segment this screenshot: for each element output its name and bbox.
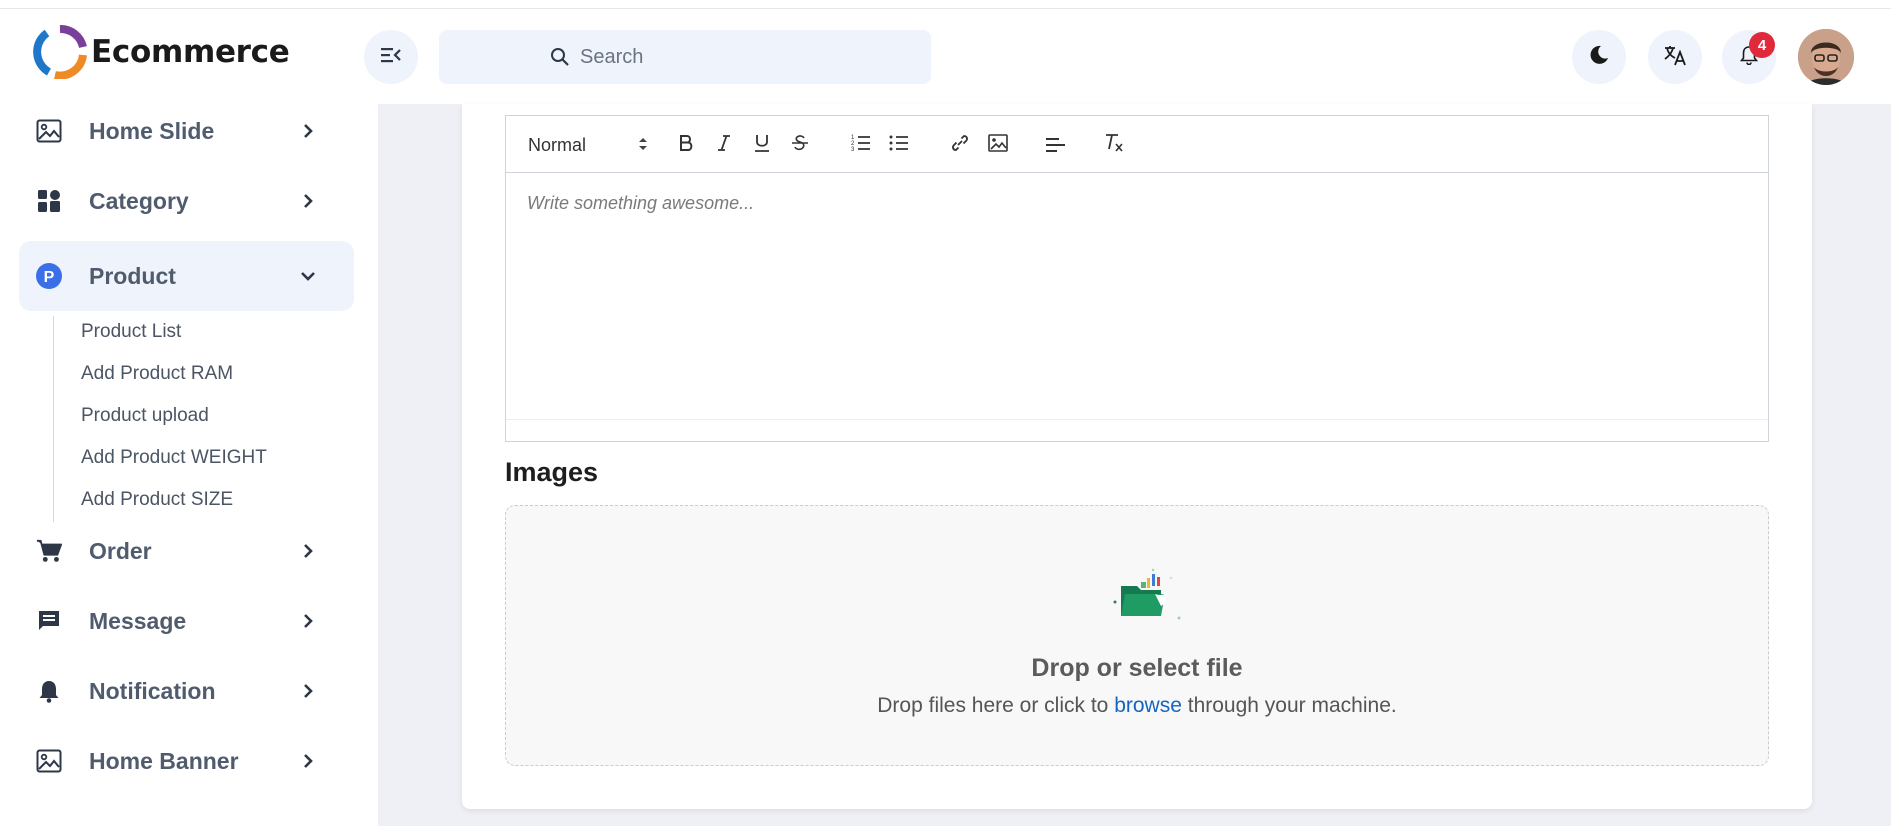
sidebar-item-product[interactable]: P Product — [19, 241, 354, 311]
ordered-list-button[interactable]: 123 — [849, 133, 873, 157]
subnav-add-product-size[interactable]: Add Product SIZE — [81, 489, 233, 511]
product-subnav: Product List Add Product RAM Product upl… — [53, 316, 353, 522]
search-input[interactable] — [580, 45, 880, 69]
sidebar-item-label: Home Banner — [89, 747, 239, 774]
subnav-product-list[interactable]: Product List — [81, 321, 181, 343]
category-grid-icon — [36, 188, 62, 214]
translate-icon — [1663, 44, 1687, 71]
dropzone-title: Drop or select file — [1031, 654, 1243, 682]
chevron-right-icon — [298, 611, 318, 631]
underline-icon — [754, 133, 770, 158]
bullet-list-icon — [889, 134, 909, 157]
moon-icon — [1588, 44, 1610, 71]
dropzone-description: Drop files here or click to browse throu… — [506, 694, 1768, 718]
editor-toolbar: Normal 123 — [506, 116, 1768, 173]
link-button[interactable] — [948, 133, 972, 157]
italic-icon — [717, 134, 731, 157]
search-icon — [550, 47, 570, 67]
sidebar-item-order[interactable]: Order — [19, 516, 354, 586]
svg-text:3: 3 — [851, 147, 855, 152]
align-button[interactable] — [1044, 133, 1068, 157]
editor-placeholder: Write something awesome... — [527, 193, 755, 213]
app-logo[interactable]: Ecommerce — [33, 23, 290, 81]
align-left-icon — [1045, 134, 1067, 157]
subnav-add-product-weight[interactable]: Add Product WEIGHT — [81, 447, 267, 469]
bullet-list-button[interactable] — [887, 133, 911, 157]
logo-icon — [33, 25, 87, 80]
sidebar-toggle-button[interactable] — [364, 30, 418, 84]
language-button[interactable] — [1648, 30, 1702, 84]
dropzone-desc-before: Drop files here or click to — [877, 694, 1109, 717]
rich-text-editor[interactable]: Normal 123 Write something awesome... — [505, 115, 1769, 442]
strikethrough-icon — [791, 134, 809, 157]
notification-count-badge: 4 — [1749, 32, 1775, 58]
sidebar-item-label: Notification — [89, 677, 216, 704]
cart-icon — [36, 538, 62, 564]
app-name: Ecommerce — [91, 34, 290, 70]
images-section-title: Images — [505, 457, 599, 487]
dropzone-desc-after: through your machine. — [1187, 694, 1397, 717]
strikethrough-button[interactable] — [788, 133, 812, 157]
image-dropzone[interactable]: Drop or select file Drop files here or c… — [505, 505, 1769, 766]
image-icon — [36, 118, 62, 144]
chevron-right-icon — [298, 121, 318, 141]
image-icon — [988, 133, 1008, 157]
message-icon — [36, 608, 62, 634]
chevron-right-icon — [298, 541, 318, 561]
chevron-right-icon — [298, 681, 318, 701]
ordered-list-icon: 123 — [851, 134, 871, 157]
theme-toggle-button[interactable] — [1572, 30, 1626, 84]
bell-icon — [36, 678, 62, 704]
clear-format-icon — [1103, 133, 1125, 158]
sidebar-item-label: Order — [89, 537, 152, 564]
format-select[interactable]: Normal — [528, 133, 648, 157]
menu-collapse-icon — [380, 46, 402, 69]
image-button[interactable] — [986, 133, 1010, 157]
sort-arrows-icon — [638, 135, 648, 156]
sidebar-item-home-slide[interactable]: Home Slide — [19, 96, 354, 166]
italic-button[interactable] — [712, 133, 736, 157]
bold-icon — [678, 134, 694, 157]
subnav-product-upload[interactable]: Product upload — [81, 405, 209, 427]
chevron-down-icon — [298, 266, 318, 286]
sidebar-item-label: Product — [89, 262, 176, 289]
clear-format-button[interactable] — [1102, 133, 1126, 157]
sidebar-item-notification[interactable]: Notification — [19, 656, 354, 726]
chevron-right-icon — [298, 751, 318, 771]
sidebar-item-label: Home Slide — [89, 117, 215, 144]
search-bar[interactable] — [439, 30, 931, 84]
image-icon — [36, 748, 62, 774]
editor-footer — [506, 419, 1768, 441]
sidebar-item-category[interactable]: Category — [19, 166, 354, 236]
sidebar-item-home-banner[interactable]: Home Banner — [19, 726, 354, 796]
sidebar-item-label: Message — [89, 607, 187, 634]
editor-content[interactable]: Write something awesome... — [506, 173, 1768, 419]
svg-text:P: P — [44, 269, 55, 286]
underline-button[interactable] — [750, 133, 774, 157]
upload-folder-icon — [1109, 564, 1189, 626]
link-icon — [950, 133, 970, 158]
user-avatar[interactable] — [1798, 29, 1854, 85]
sidebar-item-message[interactable]: Message — [19, 586, 354, 656]
chevron-right-icon — [298, 191, 318, 211]
top-border — [0, 0, 1891, 9]
format-select-value: Normal — [528, 134, 587, 155]
sidebar-item-label: Category — [89, 187, 189, 214]
subnav-add-product-ram[interactable]: Add Product RAM — [81, 363, 233, 385]
browse-link[interactable]: browse — [1114, 694, 1182, 717]
bold-button[interactable] — [674, 133, 698, 157]
product-p-icon: P — [36, 263, 62, 289]
